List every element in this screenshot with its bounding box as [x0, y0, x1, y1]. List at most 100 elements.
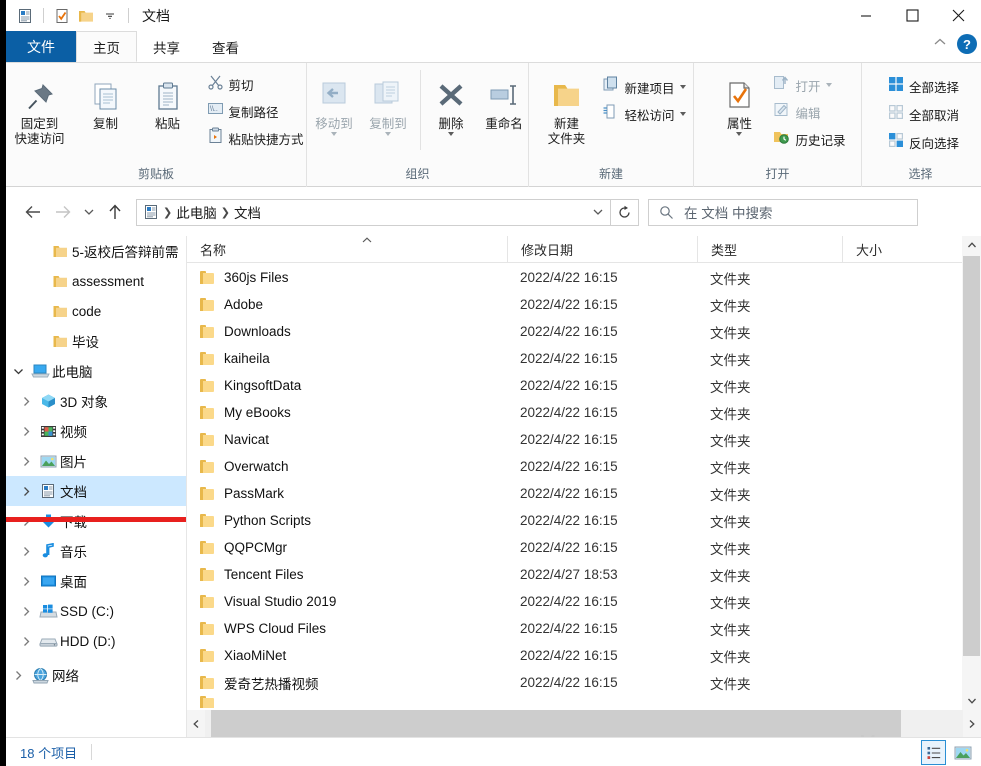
maximize-button[interactable]: [889, 0, 935, 31]
back-button[interactable]: [18, 197, 48, 227]
tree-item-code[interactable]: code: [6, 296, 186, 326]
tree-item-desktop[interactable]: 桌面: [6, 566, 186, 596]
tree-twisty-collapsed-icon[interactable]: [8, 670, 28, 681]
close-button[interactable]: [935, 0, 981, 31]
up-button[interactable]: [100, 197, 130, 227]
system-menu-icon[interactable]: [14, 5, 36, 27]
move-to-button[interactable]: 移动到: [307, 70, 361, 138]
delete-button[interactable]: 删除: [426, 70, 476, 138]
scroll-right-icon[interactable]: [963, 710, 981, 737]
properties-caret-icon[interactable]: [736, 132, 743, 136]
tree-twisty-collapsed-icon[interactable]: [16, 456, 36, 467]
copy-to-caret-icon[interactable]: [385, 132, 391, 136]
tree-item-folder-1[interactable]: 5-返校后答辩前需: [6, 236, 186, 266]
paste-button[interactable]: 粘贴: [137, 70, 199, 134]
tab-share[interactable]: 共享: [137, 31, 196, 62]
tree-twisty-collapsed-icon[interactable]: [16, 636, 36, 647]
tree-twisty-collapsed-icon[interactable]: [16, 426, 36, 437]
forward-button[interactable]: [48, 197, 78, 227]
new-folder-button[interactable]: 新建 文件夹: [538, 70, 594, 149]
table-row[interactable]: Overwatch 2022/4/22 16:15 文件夹: [187, 453, 981, 480]
search-input[interactable]: 在 文档 中搜索: [648, 198, 918, 226]
refresh-button[interactable]: [611, 198, 639, 226]
history-button[interactable]: 历史记录: [769, 127, 849, 151]
help-button[interactable]: ?: [957, 34, 977, 54]
properties-button[interactable]: 属性: [713, 70, 765, 138]
checkmark-doc-icon[interactable]: [51, 5, 73, 27]
move-to-caret-icon[interactable]: [331, 132, 337, 136]
new-item-caret-icon[interactable]: [679, 85, 686, 89]
tree-item-pictures[interactable]: 图片: [6, 446, 186, 476]
open-caret-icon[interactable]: [825, 83, 832, 87]
table-row[interactable]: Navicat 2022/4/22 16:15 文件夹: [187, 426, 981, 453]
select-all-button[interactable]: 全部选择: [884, 75, 963, 98]
open-button[interactable]: 打开: [769, 73, 849, 97]
details-view-button[interactable]: [921, 740, 946, 765]
copy-to-button[interactable]: 复制到: [361, 70, 415, 138]
folder-icon[interactable]: [75, 5, 97, 27]
tree-item-documents[interactable]: 文档: [6, 476, 186, 506]
tree-item-ssd-c[interactable]: SSD (C:): [6, 596, 186, 626]
tree-item-this-pc[interactable]: 此电脑: [6, 356, 186, 386]
tree-item-music[interactable]: 音乐: [6, 536, 186, 566]
pin-to-quick-access-button[interactable]: 固定到 快速访问: [5, 70, 75, 149]
table-row[interactable]: Python Scripts 2022/4/22 16:15 文件夹: [187, 507, 981, 534]
table-row[interactable]: Tencent Files 2022/4/27 18:53 文件夹: [187, 561, 981, 588]
large-icons-view-button[interactable]: [950, 740, 975, 765]
table-row[interactable]: PassMark 2022/4/22 16:15 文件夹: [187, 480, 981, 507]
tab-home[interactable]: 主页: [76, 31, 137, 62]
table-row[interactable]: QQPCMgr 2022/4/22 16:15 文件夹: [187, 534, 981, 561]
file-list-scroll-thumb[interactable]: [963, 256, 980, 656]
table-row[interactable]: kaiheila 2022/4/22 16:15 文件夹: [187, 345, 981, 372]
table-row[interactable]: XiaoMiNet 2022/4/22 16:15 文件夹: [187, 642, 981, 669]
hscroll-thumb[interactable]: [211, 710, 901, 737]
chevron-down-icon[interactable]: [99, 5, 121, 27]
breadcrumb-this-pc[interactable]: 此电脑: [176, 202, 217, 222]
easy-access-caret-icon[interactable]: [679, 112, 686, 116]
recent-locations-button[interactable]: [78, 197, 100, 227]
file-list-vertical-scrollbar[interactable]: [962, 236, 981, 710]
tree-twisty-collapsed-icon[interactable]: [16, 546, 36, 557]
tab-view[interactable]: 查看: [196, 31, 255, 62]
table-row[interactable]: 360js Files 2022/4/22 16:15 文件夹: [187, 264, 981, 291]
select-none-button[interactable]: 全部取消: [884, 103, 963, 126]
easy-access-button[interactable]: 轻松访问: [598, 102, 689, 126]
tree-item-assessment[interactable]: assessment: [6, 266, 186, 296]
cut-button[interactable]: 剪切: [203, 72, 308, 96]
tree-item-3d-objects[interactable]: 3D 对象: [6, 386, 186, 416]
tree-twisty-expanded-icon[interactable]: [8, 367, 28, 376]
address-dropdown-button[interactable]: [586, 200, 610, 225]
tree-item-hdd-d[interactable]: HDD (D:): [6, 626, 186, 656]
table-row[interactable]: 爱奇艺热播视频 2022/4/22 16:15 文件夹: [187, 669, 981, 696]
scroll-up-icon[interactable]: [962, 236, 981, 254]
copy-button[interactable]: 复制: [75, 70, 137, 134]
rename-button[interactable]: 重命名: [476, 70, 532, 134]
scroll-left-icon[interactable]: [187, 710, 205, 737]
table-row[interactable]: Visual Studio 2019 2022/4/22 16:15 文件夹: [187, 588, 981, 615]
tab-file[interactable]: 文件: [6, 31, 76, 62]
table-row[interactable]: WPS Cloud Files 2022/4/22 16:15 文件夹: [187, 615, 981, 642]
table-row[interactable]: KingsoftData 2022/4/22 16:15 文件夹: [187, 372, 981, 399]
edit-button[interactable]: 编辑: [769, 100, 849, 124]
tree-twisty-collapsed-icon[interactable]: [16, 486, 36, 497]
column-header-type[interactable]: 类型: [697, 236, 842, 263]
column-header-date[interactable]: 修改日期: [507, 236, 697, 263]
column-header-size[interactable]: 大小: [842, 236, 942, 263]
hscroll-track[interactable]: [205, 710, 963, 737]
tree-twisty-collapsed-icon[interactable]: [16, 606, 36, 617]
paste-shortcut-button[interactable]: 粘贴快捷方式: [203, 126, 308, 150]
table-row[interactable]: My eBooks 2022/4/22 16:15 文件夹: [187, 399, 981, 426]
tree-item-bishe[interactable]: 毕设: [6, 326, 186, 356]
delete-caret-icon[interactable]: [448, 132, 454, 136]
table-row[interactable]: Adobe 2022/4/22 16:15 文件夹: [187, 291, 981, 318]
collapse-ribbon-button[interactable]: [932, 35, 948, 53]
breadcrumb-documents[interactable]: 文档: [234, 202, 261, 222]
minimize-button[interactable]: [843, 0, 889, 31]
breadcrumb-separator-2[interactable]: ❯: [221, 206, 230, 219]
invert-selection-button[interactable]: 反向选择: [884, 131, 963, 154]
new-item-button[interactable]: 新建项目: [598, 75, 689, 99]
table-row[interactable]: [187, 696, 981, 708]
column-header-name[interactable]: 名称: [187, 236, 507, 263]
tree-item-network[interactable]: 网络: [6, 660, 186, 690]
tree-twisty-collapsed-icon[interactable]: [16, 576, 36, 587]
